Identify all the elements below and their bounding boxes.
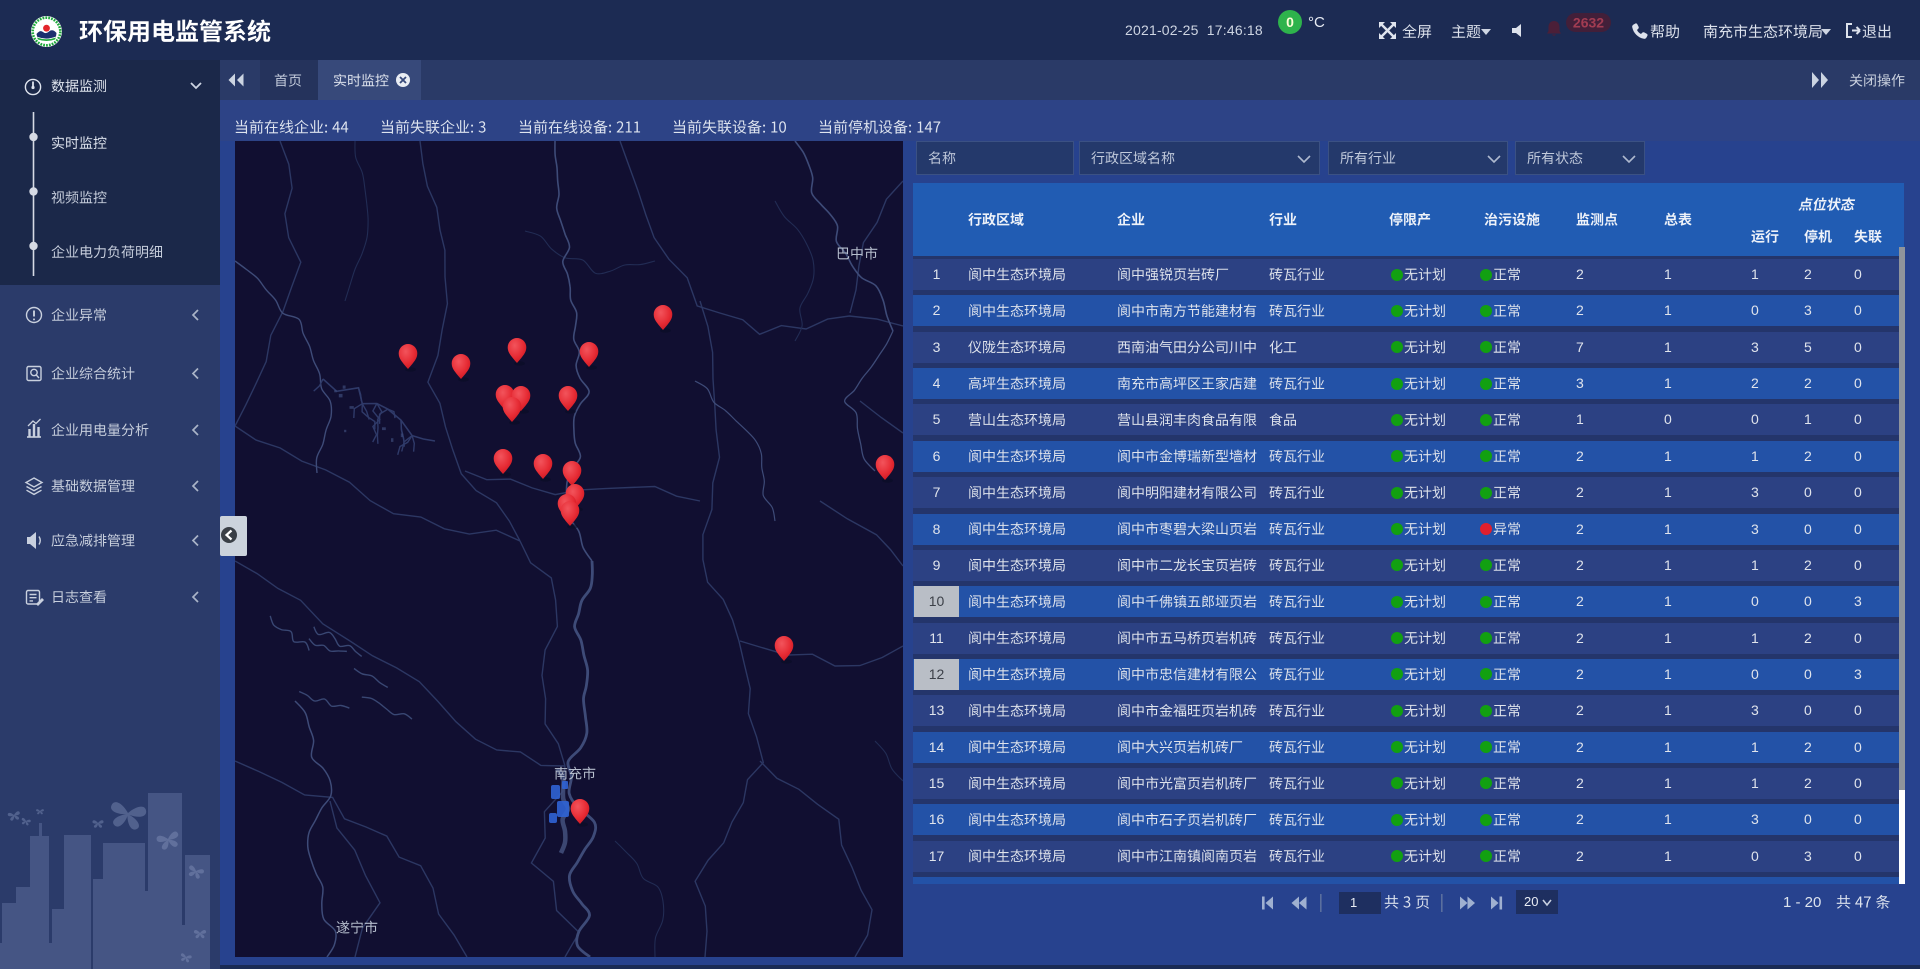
svg-text:2632: 2632 <box>1573 15 1604 31</box>
svg-text:°C: °C <box>1308 14 1325 31</box>
svg-text:0: 0 <box>1286 14 1294 30</box>
